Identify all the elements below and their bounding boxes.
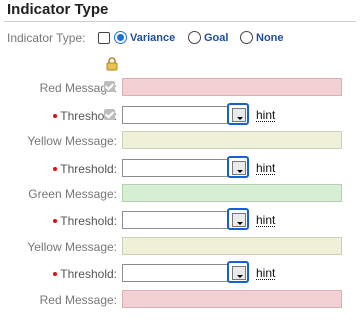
- threshold-label: Threshold:: [53, 267, 117, 281]
- red-message-field[interactable]: [122, 290, 342, 308]
- red-message-row: Red Message:: [0, 77, 360, 99]
- threshold-row: Threshold: hint: [0, 208, 360, 232]
- required-indicator: [53, 113, 58, 118]
- lock-icon: [106, 57, 118, 71]
- picker-icon[interactable]: [227, 261, 249, 283]
- threshold-input[interactable]: [122, 211, 228, 229]
- threshold-label: Threshold:: [53, 162, 117, 176]
- required-indicator: [53, 166, 58, 171]
- hint-link[interactable]: hint: [256, 214, 276, 227]
- threshold-input[interactable]: [122, 264, 228, 282]
- required-indicator: [53, 218, 58, 223]
- hint-link[interactable]: hint: [256, 162, 276, 175]
- threshold-row: Threshold: hint: [0, 156, 360, 180]
- threshold-label-text: Threshold:: [60, 214, 117, 228]
- hint-link[interactable]: hint: [256, 109, 276, 122]
- red-message-lock-checkbox[interactable]: [104, 81, 115, 92]
- picker-icon[interactable]: [227, 103, 249, 125]
- red-message-field[interactable]: [122, 78, 342, 96]
- yellow-message-field[interactable]: [122, 131, 342, 149]
- none-label[interactable]: None: [256, 32, 284, 44]
- indicator-type-checkbox[interactable]: [98, 32, 110, 44]
- yellow-message-row: Yellow Message:: [0, 236, 360, 258]
- red-message-label: Red Message:: [39, 293, 117, 307]
- yellow-message-label: Yellow Message:: [27, 134, 117, 148]
- none-radio[interactable]: [240, 31, 253, 44]
- goal-label[interactable]: Goal: [204, 32, 228, 44]
- threshold-row: Threshold: hint: [0, 103, 360, 127]
- indicator-type-row: Indicator Type: Variance Goal None: [0, 30, 360, 46]
- threshold-label-text: Threshold:: [60, 162, 117, 176]
- section-title: Indicator Type: [7, 1, 109, 18]
- variance-radio[interactable]: [114, 31, 127, 44]
- yellow-message-row: Yellow Message:: [0, 130, 360, 152]
- picker-icon[interactable]: [227, 156, 249, 178]
- title-divider: [4, 21, 356, 22]
- threshold-input[interactable]: [122, 106, 228, 124]
- threshold-input[interactable]: [122, 159, 228, 177]
- green-message-row: Green Message:: [0, 183, 360, 205]
- threshold-lock-checkbox[interactable]: [104, 109, 115, 120]
- red-message-row: Red Message:: [0, 289, 360, 311]
- threshold-label: Threshold:: [53, 214, 117, 228]
- yellow-message-label: Yellow Message:: [27, 240, 117, 254]
- goal-radio[interactable]: [188, 31, 201, 44]
- variance-label[interactable]: Variance: [130, 32, 175, 44]
- threshold-label-text: Threshold:: [60, 267, 117, 281]
- yellow-message-field[interactable]: [122, 237, 342, 255]
- required-indicator: [53, 271, 58, 276]
- green-message-field[interactable]: [122, 184, 342, 202]
- green-message-label: Green Message:: [28, 187, 117, 201]
- picker-icon[interactable]: [227, 208, 249, 230]
- hint-link[interactable]: hint: [256, 267, 276, 280]
- threshold-row: Threshold: hint: [0, 261, 360, 285]
- indicator-type-label: Indicator Type:: [7, 31, 86, 45]
